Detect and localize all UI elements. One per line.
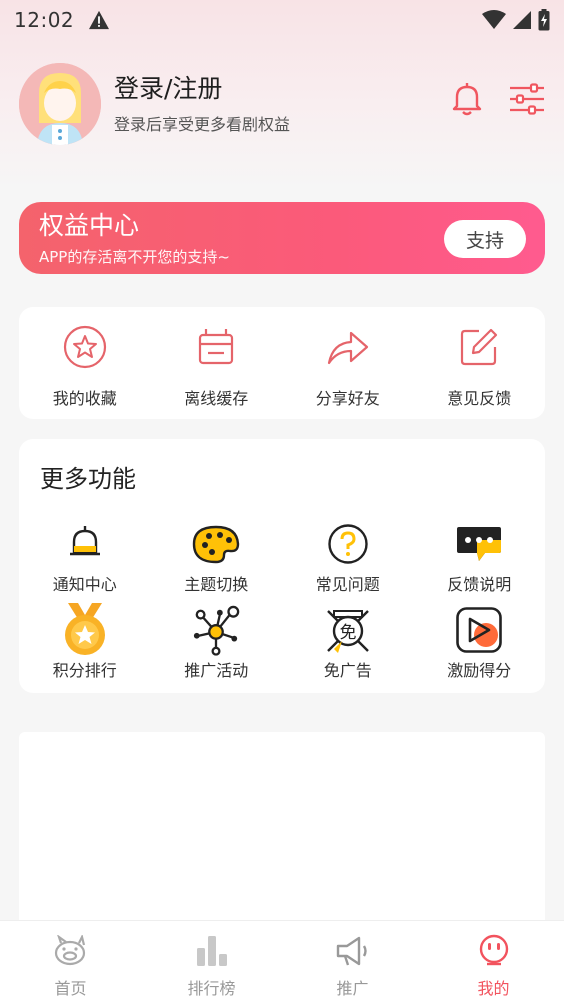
download-box-icon [199, 329, 234, 365]
feature-label: 通知中心 [52, 575, 117, 594]
sliders-icon [510, 83, 544, 115]
feature-label: 反馈说明 [447, 575, 512, 594]
feature-label: 激励得分 [447, 661, 512, 680]
medal-icon [64, 603, 105, 655]
status-bar: 12:02 [0, 0, 564, 40]
star-circle-icon [63, 325, 106, 369]
feature-reward-score[interactable]: 激励得分 [414, 605, 546, 691]
quick-item-favorites[interactable]: 我的收藏 [19, 307, 151, 419]
feature-label: 推广活动 [184, 661, 249, 680]
feature-theme-switch[interactable]: 主题切换 [151, 519, 283, 605]
feature-label: 积分排行 [52, 661, 117, 680]
svg-text:免: 免 [339, 623, 356, 643]
support-button[interactable]: 支持 [444, 220, 526, 258]
tab-home[interactable]: 首页 [0, 921, 141, 1004]
feature-points-ranking[interactable]: 积分排行 [19, 603, 151, 691]
feature-promotion-activity[interactable]: 推广活动 [151, 605, 283, 691]
tab-mine[interactable]: 我的 [423, 921, 564, 1004]
tab-promotion[interactable]: 推广 [282, 921, 423, 1004]
feature-no-ads[interactable]: 免 免广告 [282, 605, 414, 691]
feature-label: 常见问题 [315, 575, 380, 594]
login-subtitle: 登录后享受更多看剧权益 [114, 115, 291, 134]
avatar-girl-icon [19, 63, 101, 145]
content-placeholder-card [19, 732, 545, 922]
share-arrow-icon [327, 331, 368, 365]
battery-icon [538, 9, 550, 31]
warning-icon [89, 10, 110, 30]
bar-chart-icon [196, 936, 227, 966]
question-icon [328, 524, 368, 564]
notification-button[interactable] [449, 81, 485, 117]
megaphone-icon [336, 936, 367, 966]
quick-label: 意见反馈 [447, 389, 512, 408]
quick-actions-card: 我的收藏 离线缓存 分享好友 意见反馈 [19, 307, 545, 419]
pig-home-icon [54, 935, 85, 966]
profile-header: 登录/注册 登录后享受更多看剧权益 [19, 62, 545, 146]
more-features-card: 更多功能 通知中心 主题切换 常见问题 反馈说明 积分排行 推广活动 免 免广告… [19, 439, 545, 693]
tab-label: 首页 [54, 979, 87, 998]
tab-label: 推广 [336, 979, 369, 998]
bottom-tab-bar: 首页 排行榜 推广 我的 [0, 920, 564, 1004]
quick-label: 我的收藏 [52, 389, 117, 408]
login-register-link[interactable]: 登录/注册 [114, 73, 290, 105]
no-ads-icon: 免 [326, 610, 369, 653]
profile-face-icon [479, 934, 508, 966]
feature-label: 主题切换 [184, 575, 249, 594]
bell-outline-icon [452, 83, 482, 116]
settings-button[interactable] [509, 81, 545, 117]
section-title: 更多功能 [40, 465, 136, 493]
feature-label: 免广告 [323, 661, 372, 680]
chat-bubble-icon [457, 527, 502, 561]
quick-item-offline-cache[interactable]: 离线缓存 [151, 307, 283, 419]
tab-ranking[interactable]: 排行榜 [141, 921, 282, 1004]
edit-icon [461, 328, 498, 366]
tab-label: 排行榜 [187, 979, 236, 998]
feature-faq[interactable]: 常见问题 [282, 519, 414, 605]
feature-feedback-guide[interactable]: 反馈说明 [414, 519, 546, 605]
status-time: 12:02 [14, 8, 75, 32]
tab-label: 我的 [477, 979, 510, 998]
quick-label: 分享好友 [315, 389, 380, 408]
feature-notification-center[interactable]: 通知中心 [19, 519, 151, 605]
rights-center-banner[interactable]: 权益中心 APP的存活离不开您的支持~ 支持 [19, 202, 545, 274]
bell-icon [69, 526, 100, 556]
quick-item-feedback[interactable]: 意见反馈 [414, 307, 546, 419]
play-reward-icon [456, 607, 503, 653]
signal-icon [513, 11, 531, 29]
quick-label: 离线缓存 [184, 389, 249, 408]
network-icon [194, 605, 240, 656]
avatar[interactable] [19, 63, 101, 145]
wifi-icon [482, 10, 506, 29]
palette-icon [193, 525, 240, 564]
quick-item-share[interactable]: 分享好友 [282, 307, 414, 419]
